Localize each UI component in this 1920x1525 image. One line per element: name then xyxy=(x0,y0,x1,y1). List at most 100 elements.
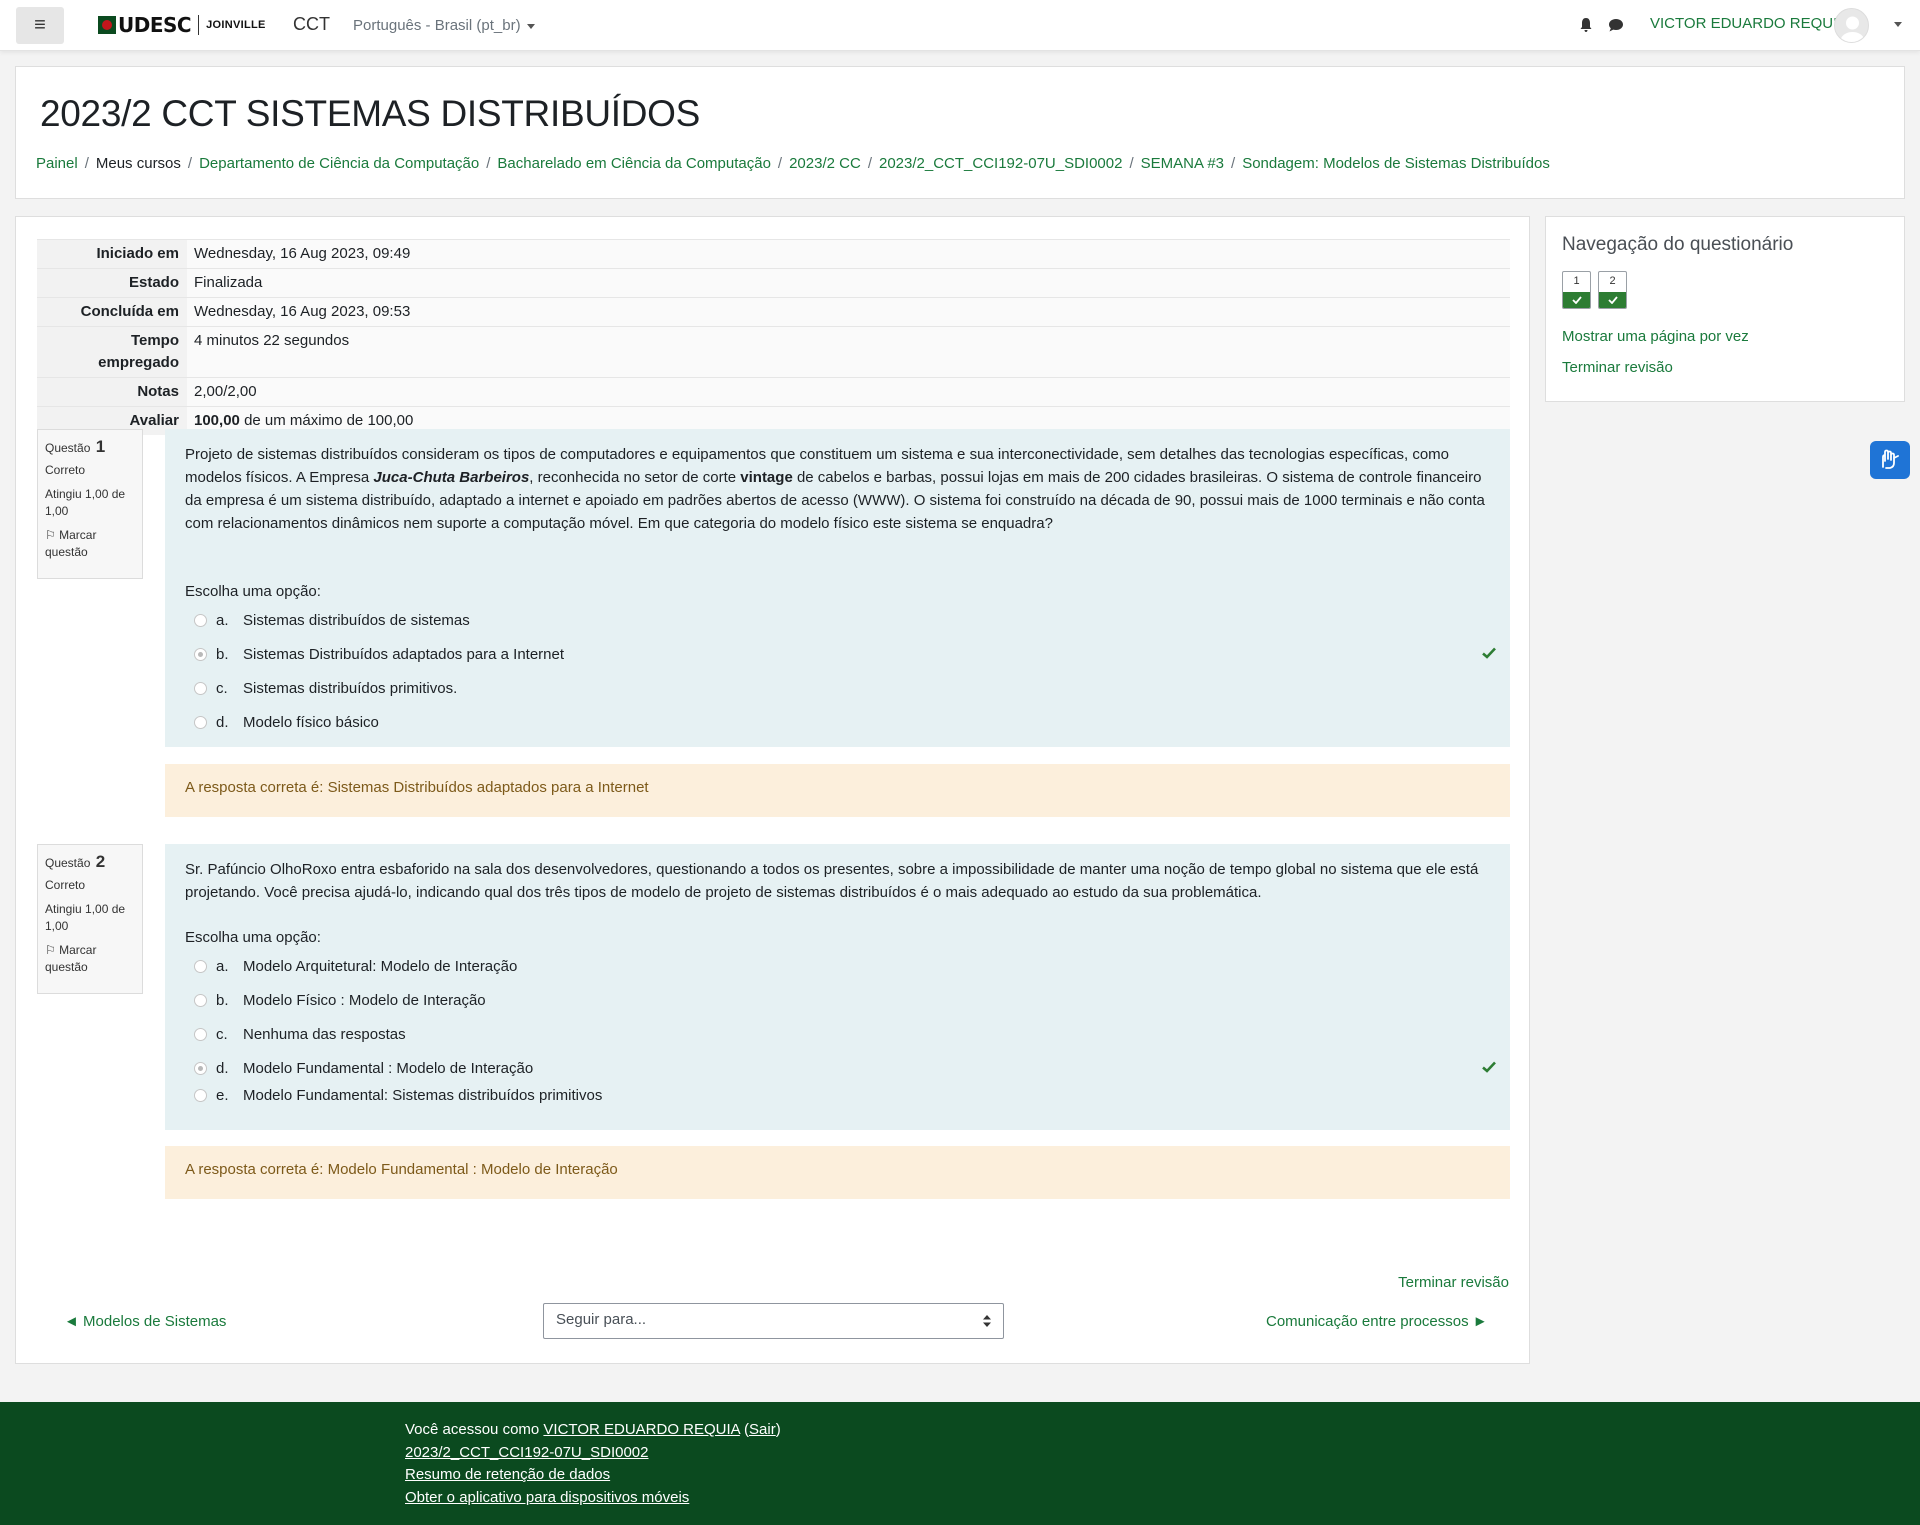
previous-activity-link[interactable]: ◄ Modelos de Sistemas xyxy=(64,1313,226,1330)
user-menu-name[interactable]: VICTOR EDUARDO REQUIA xyxy=(1650,15,1847,32)
breadcrumb-item-departamento[interactable]: Departamento de Ciência da Computação xyxy=(199,155,479,172)
logo-text: UDESC xyxy=(118,13,192,37)
radio-button[interactable] xyxy=(194,993,207,1007)
option-letter: d. xyxy=(216,1059,229,1077)
udesc-logo[interactable]: UDESC JOINVILLE xyxy=(98,13,266,37)
breadcrumb-item-bacharelado[interactable]: Bacharelado em Ciência da Computação xyxy=(497,155,771,172)
question-number: Questão 2 xyxy=(45,853,135,872)
option-text: Sistemas distribuídos de sistemas xyxy=(243,611,470,629)
question-info-2: Questão 2 Correto Atingiu 1,00 de 1,00 ⚐… xyxy=(37,844,143,994)
question-info-1: Questão 1 Correto Atingiu 1,00 de 1,00 ⚐… xyxy=(37,429,143,579)
flag-question-button[interactable]: ⚐ Marcar questão xyxy=(45,527,135,561)
question-text: Sr. Pafúncio OlhoRoxo entra esbaforido n… xyxy=(185,861,1479,901)
answer-option-b[interactable]: b. Modelo Físico : Modelo de Interação xyxy=(185,983,1490,1017)
site-link-cct[interactable]: CCT xyxy=(293,14,330,35)
summary-value: Wednesday, 16 Aug 2023, 09:49 xyxy=(187,239,1510,269)
jump-to-value: Seguir para... xyxy=(556,1311,647,1328)
option-letter: b. xyxy=(216,645,229,663)
breadcrumb-item-quiz[interactable]: Sondagem: Modelos de Sistemas Distribuíd… xyxy=(1242,155,1550,172)
question-nav-button-1[interactable]: 1 xyxy=(1562,271,1591,309)
breadcrumb-item-painel[interactable]: Painel xyxy=(36,155,78,172)
breadcrumb-item-week[interactable]: SEMANA #3 xyxy=(1141,155,1224,172)
show-one-page-link[interactable]: Mostrar uma página por vez xyxy=(1562,328,1749,345)
option-letter: e. xyxy=(216,1086,229,1104)
radio-button[interactable] xyxy=(194,1088,207,1102)
answer-option-c[interactable]: c. Sistemas distribuídos primitivos. xyxy=(185,671,1490,705)
radio-button-selected[interactable] xyxy=(194,647,207,661)
sign-language-accessibility-icon[interactable] xyxy=(1870,441,1910,479)
end-review-link[interactable]: Terminar revisão xyxy=(1398,1274,1509,1291)
answer-option-e[interactable]: e. Modelo Fundamental: Sistemas distribuí… xyxy=(185,1085,1490,1105)
radio-button[interactable] xyxy=(194,681,207,695)
radio-button[interactable] xyxy=(194,613,207,627)
hands-icon xyxy=(1882,449,1899,469)
quiz-review-region: Iniciado em Wednesday, 16 Aug 2023, 09:49… xyxy=(15,216,1530,1364)
breadcrumb-separator: / xyxy=(777,155,783,172)
flag-icon: ⚐ xyxy=(45,943,56,957)
chevron-down-icon xyxy=(526,23,535,29)
footer-user-link[interactable]: VICTOR EDUARDO REQUIA xyxy=(543,1421,739,1438)
option-letter: d. xyxy=(216,713,229,731)
option-text: Modelo físico básico xyxy=(243,713,379,731)
data-retention-link[interactable]: Resumo de retenção de dados xyxy=(405,1466,610,1483)
grade-bold: 100,00 xyxy=(194,412,240,429)
option-letter: a. xyxy=(216,611,229,629)
radio-button[interactable] xyxy=(194,1027,207,1041)
footer-course-link[interactable]: 2023/2_CCT_CCI192-07U_SDI0002 xyxy=(405,1444,648,1461)
question-nav-button-2[interactable]: 2 xyxy=(1598,271,1627,309)
option-letter: b. xyxy=(216,991,229,1009)
quiz-navigation-block: Navegação do questionário 1 2 Mostrar um… xyxy=(1545,216,1905,402)
breadcrumb-separator: / xyxy=(1129,155,1134,172)
summary-row-state: Estado Finalizada xyxy=(37,268,1510,298)
avatar[interactable] xyxy=(1834,8,1869,43)
logged-in-info: Você acessou como VICTOR EDUARDO REQUIA … xyxy=(405,1419,781,1442)
radio-button-selected[interactable] xyxy=(194,1061,207,1075)
answer-option-b[interactable]: b. Sistemas Distribuídos adaptados para a… xyxy=(185,637,1496,671)
hamburger-icon[interactable]: ≡ xyxy=(16,7,64,44)
answer-option-a[interactable]: a. Modelo Arquitetural: Modelo de Interaç… xyxy=(185,949,1490,983)
question-text: Projeto de sistemas distribuídos conside… xyxy=(185,443,1490,535)
question-number: Questão 1 xyxy=(45,438,135,457)
answer-option-d[interactable]: d. Modelo físico básico xyxy=(185,705,1490,739)
breadcrumb-separator: / xyxy=(486,155,491,172)
option-text: Nenhuma das respostas xyxy=(243,1025,406,1043)
breadcrumb-separator: / xyxy=(187,155,193,172)
page-title: 2023/2 CCT SISTEMAS DISTRIBUÍDOS xyxy=(40,93,701,134)
question-content-1: Projeto de sistemas distribuídos conside… xyxy=(165,429,1510,747)
flag-question-button[interactable]: ⚐ Marcar questão xyxy=(45,942,135,976)
chat-icon[interactable] xyxy=(1608,18,1624,32)
answer-prompt: Escolha uma opção: xyxy=(185,583,321,600)
summary-value: Finalizada xyxy=(187,268,1510,298)
question-text-part: , reconhecida no setor de corte xyxy=(529,469,741,486)
user-menu-chevron-icon[interactable] xyxy=(1894,22,1902,27)
check-icon xyxy=(1563,292,1590,308)
radio-button[interactable] xyxy=(194,959,207,973)
radio-button[interactable] xyxy=(194,715,207,729)
summary-label: Tempo empregado xyxy=(37,326,187,378)
breadcrumb: Painel / Meus cursos / Departamento de Ciênc… xyxy=(36,155,1550,172)
option-text: Sistemas distribuídos primitivos. xyxy=(243,679,458,697)
logout-link[interactable]: Sair xyxy=(749,1421,776,1438)
answer-option-c[interactable]: c. Nenhuma das respostas xyxy=(185,1017,1490,1051)
answer-prompt: Escolha uma opção: xyxy=(185,929,321,946)
mobile-app-link[interactable]: Obter o aplicativo para dispositivos móv… xyxy=(405,1489,689,1506)
next-activity-link[interactable]: Comunicação entre processos ► xyxy=(1266,1313,1488,1330)
end-review-side-link[interactable]: Terminar revisão xyxy=(1562,359,1673,376)
check-icon xyxy=(1599,292,1626,308)
question-grade: Atingiu 1,00 de 1,00 xyxy=(45,487,126,518)
answer-option-d[interactable]: d. Modelo Fundamental : Modelo de Interaç… xyxy=(185,1051,1496,1085)
bell-icon[interactable] xyxy=(1578,17,1594,33)
page-footer: Você acessou como VICTOR EDUARDO REQUIA … xyxy=(0,1402,1920,1525)
language-menu[interactable]: Português - Brasil (pt_br) xyxy=(353,17,535,34)
correct-check-icon xyxy=(1482,1061,1496,1073)
summary-label: Estado xyxy=(37,268,187,298)
breadcrumb-item-course[interactable]: 2023/2_CCT_CCI192-07U_SDI0002 xyxy=(879,155,1122,172)
answer-option-a[interactable]: a. Sistemas distribuídos de sistemas xyxy=(185,603,1490,637)
breadcrumb-separator: / xyxy=(1231,155,1236,172)
option-letter: c. xyxy=(216,1025,228,1043)
logo-mark-icon xyxy=(98,16,116,34)
breadcrumb-item-semester[interactable]: 2023/2 CC xyxy=(789,155,861,172)
breadcrumb-separator: / xyxy=(867,155,872,172)
jump-to-select[interactable]: Seguir para... xyxy=(543,1303,1004,1339)
question-label: Questão xyxy=(45,441,91,455)
